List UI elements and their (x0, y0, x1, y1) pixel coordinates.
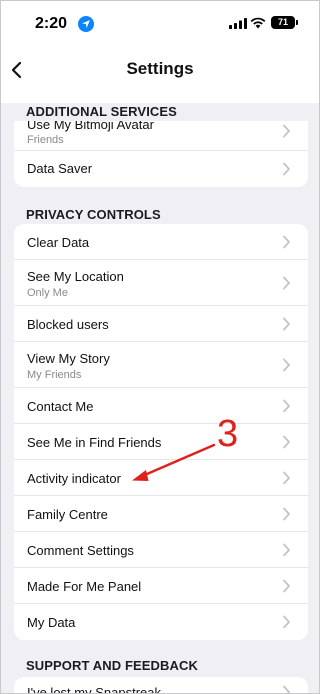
page-title: Settings (126, 59, 194, 78)
chevron-right-icon (283, 235, 291, 249)
navigation-bar: Settings (1, 47, 319, 103)
settings-list[interactable]: ADDITIONAL SERVICES Use My Bitmoji Avata… (1, 103, 319, 694)
row-sublabel: My Friends (27, 369, 82, 381)
row-sublabel: Only Me (27, 287, 68, 299)
sticky-section-header: ADDITIONAL SERVICES (1, 103, 319, 121)
row-label: Activity indicator (27, 471, 121, 486)
chevron-right-icon (283, 435, 291, 449)
row-contact-me[interactable]: Contact Me (14, 388, 308, 424)
chevron-right-icon (283, 358, 291, 372)
chevron-right-icon (283, 317, 291, 331)
row-label: Comment Settings (27, 543, 134, 558)
row-label: Family Centre (27, 507, 108, 522)
row-label: See My Location (27, 269, 124, 284)
chevron-right-icon (283, 471, 291, 485)
row-label: View My Story (27, 351, 110, 366)
row-comment-settings[interactable]: Comment Settings (14, 532, 308, 568)
row-label: Data Saver (27, 161, 93, 176)
location-arrow-icon (78, 16, 94, 32)
chevron-right-icon (283, 124, 291, 138)
section-header-privacy-controls: PRIVACY CONTROLS (26, 207, 161, 222)
chevron-right-icon (283, 507, 291, 521)
row-label: Made For Me Panel (27, 579, 142, 594)
phone-screen: 2:20 71 Settings ADDITIONAL SERVICES Use… (0, 0, 320, 694)
wifi-icon (250, 17, 266, 29)
chevron-right-icon (283, 543, 291, 557)
cellular-signal-icon (229, 18, 247, 29)
chevron-right-icon (283, 579, 291, 593)
row-view-my-story[interactable]: View My Story My Friends (14, 342, 308, 388)
row-data-saver[interactable]: Data Saver (14, 151, 308, 187)
section-header-support-and-feedback: SUPPORT AND FEEDBACK (26, 658, 198, 673)
status-bar: 2:20 71 (1, 1, 319, 47)
card-support-and-feedback: I've lost my Snapstreak (14, 677, 308, 694)
section-header-additional-services: ADDITIONAL SERVICES (26, 104, 177, 119)
annotation-arrow (132, 443, 216, 481)
chevron-right-icon (283, 399, 291, 413)
row-see-my-location[interactable]: See My Location Only Me (14, 260, 308, 306)
row-lost-snapstreak[interactable]: I've lost my Snapstreak (14, 677, 308, 694)
chevron-right-icon (283, 615, 291, 629)
row-made-for-me-panel[interactable]: Made For Me Panel (14, 568, 308, 604)
row-label: Contact Me (27, 399, 94, 414)
row-label: Blocked users (27, 317, 109, 332)
status-time: 2:20 (35, 15, 68, 32)
chevron-right-icon (283, 276, 291, 290)
row-label: Clear Data (27, 235, 90, 250)
row-blocked-users[interactable]: Blocked users (14, 306, 308, 342)
row-clear-data[interactable]: Clear Data (14, 224, 308, 260)
row-family-centre[interactable]: Family Centre (14, 496, 308, 532)
row-label: My Data (27, 615, 76, 630)
row-my-data[interactable]: My Data (14, 604, 308, 640)
row-label: I've lost my Snapstreak (27, 685, 161, 694)
battery-icon: 71 (271, 16, 298, 29)
chevron-right-icon (283, 162, 291, 176)
row-sublabel: Friends (27, 134, 64, 146)
chevron-right-icon (283, 685, 291, 693)
card-privacy-controls: Clear Data See My Location Only Me Block… (14, 224, 308, 640)
